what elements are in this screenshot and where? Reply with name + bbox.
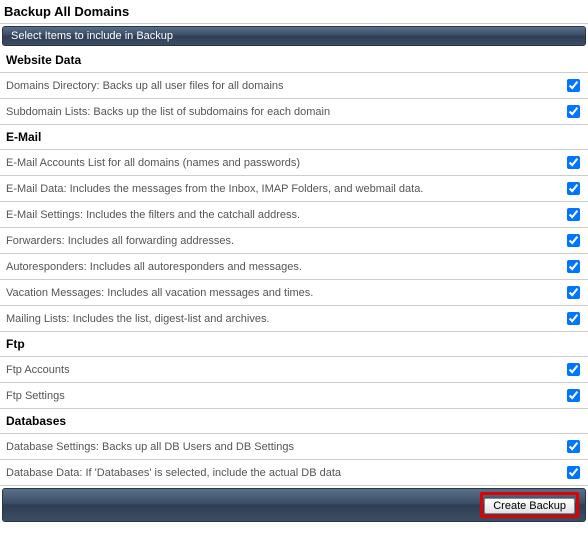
section-bar: Select Items to include in Backup — [2, 26, 586, 46]
backup-item-label: Domains Directory: Backs up all user fil… — [6, 80, 567, 92]
backup-item-label: Mailing Lists: Includes the list, digest… — [6, 313, 567, 325]
backup-item-label: Database Settings: Backs up all DB Users… — [6, 441, 567, 453]
backup-item-label: E-Mail Data: Includes the messages from … — [6, 183, 567, 195]
group-header: Databases — [0, 409, 588, 434]
create-backup-button[interactable]: Create Backup — [484, 498, 575, 514]
groups-container: Website Data Domains Directory: Backs up … — [0, 48, 588, 486]
backup-item-checkbox[interactable] — [567, 389, 580, 402]
backup-item-checkbox[interactable] — [567, 208, 580, 221]
backup-item-row: Mailing Lists: Includes the list, digest… — [0, 306, 588, 332]
backup-item-checkbox[interactable] — [567, 260, 580, 273]
backup-item-label: Subdomain Lists: Backs up the list of su… — [6, 106, 567, 118]
backup-item-label: Ftp Settings — [6, 390, 567, 402]
backup-item-checkbox[interactable] — [567, 312, 580, 325]
backup-item-label: E-Mail Accounts List for all domains (na… — [6, 157, 567, 169]
backup-item-row: Ftp Accounts — [0, 357, 588, 383]
backup-item-checkbox[interactable] — [567, 156, 580, 169]
backup-item-row: Autoresponders: Includes all autorespond… — [0, 254, 588, 280]
backup-item-row: Ftp Settings — [0, 383, 588, 409]
group-header: Ftp — [0, 332, 588, 357]
backup-item-label: Forwarders: Includes all forwarding addr… — [6, 235, 567, 247]
backup-item-checkbox[interactable] — [567, 440, 580, 453]
backup-item-row: Domains Directory: Backs up all user fil… — [0, 73, 588, 99]
backup-panel: Backup All Domains Select Items to inclu… — [0, 0, 588, 522]
backup-item-row: Forwarders: Includes all forwarding addr… — [0, 228, 588, 254]
backup-item-row: E-Mail Data: Includes the messages from … — [0, 176, 588, 202]
create-backup-highlight: Create Backup — [480, 492, 579, 518]
backup-item-label: Database Data: If 'Databases' is selecte… — [6, 467, 567, 479]
backup-item-label: E-Mail Settings: Includes the filters an… — [6, 209, 567, 221]
backup-item-checkbox[interactable] — [567, 363, 580, 376]
page-title: Backup All Domains — [0, 0, 588, 24]
backup-item-checkbox[interactable] — [567, 466, 580, 479]
group-header: E-Mail — [0, 125, 588, 150]
backup-item-checkbox[interactable] — [567, 105, 580, 118]
backup-item-row: Vacation Messages: Includes all vacation… — [0, 280, 588, 306]
backup-item-checkbox[interactable] — [567, 234, 580, 247]
footer-bar: Create Backup — [2, 488, 586, 522]
backup-item-row: E-Mail Settings: Includes the filters an… — [0, 202, 588, 228]
backup-item-row: Subdomain Lists: Backs up the list of su… — [0, 99, 588, 125]
backup-item-checkbox[interactable] — [567, 182, 580, 195]
backup-item-row: E-Mail Accounts List for all domains (na… — [0, 150, 588, 176]
backup-item-label: Ftp Accounts — [6, 364, 567, 376]
backup-item-label: Autoresponders: Includes all autorespond… — [6, 261, 567, 273]
backup-item-checkbox[interactable] — [567, 79, 580, 92]
backup-item-label: Vacation Messages: Includes all vacation… — [6, 287, 567, 299]
backup-item-row: Database Data: If 'Databases' is selecte… — [0, 460, 588, 486]
backup-item-checkbox[interactable] — [567, 286, 580, 299]
backup-item-row: Database Settings: Backs up all DB Users… — [0, 434, 588, 460]
group-header: Website Data — [0, 48, 588, 73]
